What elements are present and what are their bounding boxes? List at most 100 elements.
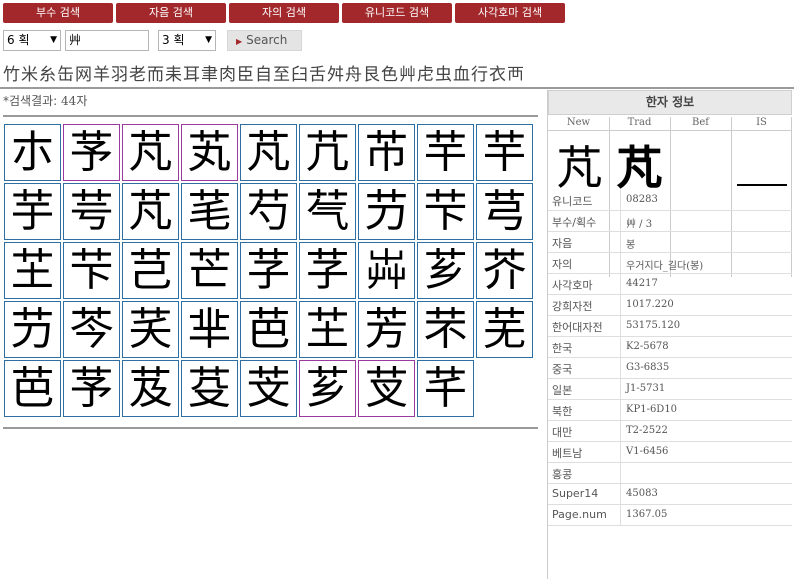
tab-sound-search[interactable]: 자음 검색 [116, 3, 226, 23]
character-cell[interactable]: 芉 [476, 124, 533, 181]
character-cell[interactable]: 芠 [240, 360, 297, 417]
info-row: 대만 T2-2522 [548, 421, 792, 442]
info-key: 베트남 [552, 447, 583, 460]
info-row: 자의 우거지다_길다(봉) [548, 253, 792, 274]
search-button[interactable]: ▶ Search [227, 30, 302, 51]
character-cell[interactable]: 芩 [63, 301, 120, 358]
divider [620, 337, 621, 358]
divider [620, 232, 621, 253]
character-cell[interactable]: 芭 [240, 301, 297, 358]
info-key: 중국 [552, 363, 573, 376]
info-key: 사각호마 [552, 279, 593, 292]
radical-input[interactable]: 艸 [65, 30, 149, 51]
info-value: 우거지다_길다(봉) [626, 261, 704, 272]
character-cell[interactable]: 芍 [240, 183, 297, 240]
search-button-label: Search [246, 33, 288, 47]
divider [620, 358, 621, 379]
tab-four-corner-search[interactable]: 사각호마 검색 [455, 3, 565, 23]
character-cell[interactable]: 芃 [122, 124, 179, 181]
character-cell[interactable]: 芺 [122, 301, 179, 358]
glyph-new: 芃 [556, 141, 603, 195]
character-cell[interactable]: 芁 [299, 124, 356, 181]
divider [620, 400, 621, 421]
divider [620, 505, 621, 526]
radical-list[interactable]: 竹米糸缶网羊羽老而耒耳聿肉臣自至臼舌舛舟艮色艸虍虫血行衣襾 [3, 60, 793, 86]
divider [620, 421, 621, 442]
info-key: 북한 [552, 405, 573, 418]
info-value: G3-6835 [626, 362, 670, 373]
character-cell[interactable]: 芳 [358, 301, 415, 358]
tab-radical-search[interactable]: 부수 검색 [3, 3, 113, 23]
character-cell[interactable]: 芔 [358, 242, 415, 299]
info-value: 艸 / 3 [626, 219, 653, 230]
character-cell[interactable]: 芆 [358, 360, 415, 417]
info-value: KP1-6D10 [626, 404, 678, 415]
character-cell[interactable]: 芟 [181, 360, 238, 417]
character-cell[interactable]: 芧 [63, 124, 120, 181]
character-cell[interactable]: 芈 [181, 301, 238, 358]
character-cell[interactable]: 芗 [417, 242, 474, 299]
info-row: 홍콩 [548, 463, 792, 484]
info-key: 자의 [552, 258, 573, 271]
info-key: 강희자전 [552, 300, 593, 313]
result-count-label: *검색결과: [3, 94, 58, 108]
character-cell[interactable]: 芭 [4, 360, 61, 417]
character-cell[interactable]: 芊 [417, 360, 474, 417]
character-cell[interactable]: 芑 [122, 242, 179, 299]
info-key: Super14 [552, 487, 599, 500]
character-cell[interactable]: 芄 [181, 124, 238, 181]
divider [3, 115, 538, 117]
character-cell[interactable]: 芀 [358, 183, 415, 240]
info-row: Page.num 1367.05 [548, 505, 792, 526]
info-value: T2-2522 [626, 425, 668, 436]
character-cell[interactable]: 芐 [417, 183, 474, 240]
character-cell[interactable]: 芇 [358, 124, 415, 181]
character-cell[interactable]: 芎 [476, 183, 533, 240]
character-cell[interactable]: 芏 [299, 301, 356, 358]
info-value: 1017.220 [626, 299, 674, 310]
info-row: 북한 KP1-6D10 [548, 400, 792, 421]
character-cell[interactable]: 芃 [240, 124, 297, 181]
chevron-down-icon: ▼ [50, 35, 57, 45]
tab-meaning-search[interactable]: 자의 검색 [229, 3, 339, 23]
character-cell[interactable]: 芜 [476, 301, 533, 358]
character-cell[interactable]: 芓 [240, 242, 297, 299]
info-key: 유니코드 [552, 195, 593, 208]
character-cell[interactable]: 芗 [299, 360, 356, 417]
character-cell[interactable]: 芣 [417, 301, 474, 358]
character-cell[interactable]: 芒 [181, 242, 238, 299]
character-cell[interactable]: 芃 [122, 183, 179, 240]
info-row: 베트남 V1-6456 [548, 442, 792, 463]
character-cell[interactable]: 芌 [63, 183, 120, 240]
character-cell[interactable]: 芀 [4, 301, 61, 358]
info-value: 봉 [626, 240, 636, 251]
divider [620, 442, 621, 463]
divider [3, 427, 538, 429]
stroke-count-select[interactable]: 6 획 ▼ [3, 30, 61, 51]
character-cell[interactable]: 芥 [476, 242, 533, 299]
tab-unicode-search[interactable]: 유니코드 검색 [342, 3, 452, 23]
info-row: 자음 봉 [548, 232, 792, 253]
info-row: Super14 45083 [548, 484, 792, 505]
character-cell[interactable]: 芧 [63, 360, 120, 417]
character-cell[interactable]: 芨 [122, 360, 179, 417]
info-row: 한어대자전 53175.120 [548, 316, 792, 337]
character-cell[interactable]: 芓 [299, 242, 356, 299]
hanja-info-panel: 한자 정보 New Trad Bef IS 芃 芃 유니코드 08283 부수/획수… [547, 90, 792, 579]
character-cell[interactable]: 芞 [299, 183, 356, 240]
info-row: 강희자전 1017.220 [548, 295, 792, 316]
info-value: 45083 [626, 488, 658, 499]
info-row: 일본 J1-5731 [548, 379, 792, 400]
info-value: K2-5678 [626, 341, 669, 352]
character-cell[interactable]: 芋 [4, 183, 61, 240]
character-cell[interactable]: 朩 [4, 124, 61, 181]
radical-input-value: 艸 [69, 33, 82, 47]
character-cell[interactable]: 芏 [4, 242, 61, 299]
info-key: 일본 [552, 384, 573, 397]
character-cell[interactable]: 芉 [417, 124, 474, 181]
character-cell[interactable]: 芐 [63, 242, 120, 299]
glyph-header-trad: Trad [609, 117, 670, 131]
character-cell[interactable]: 芼 [181, 183, 238, 240]
remaining-stroke-select[interactable]: 3 획 ▼ [158, 30, 216, 51]
info-key: 홍콩 [552, 468, 573, 481]
